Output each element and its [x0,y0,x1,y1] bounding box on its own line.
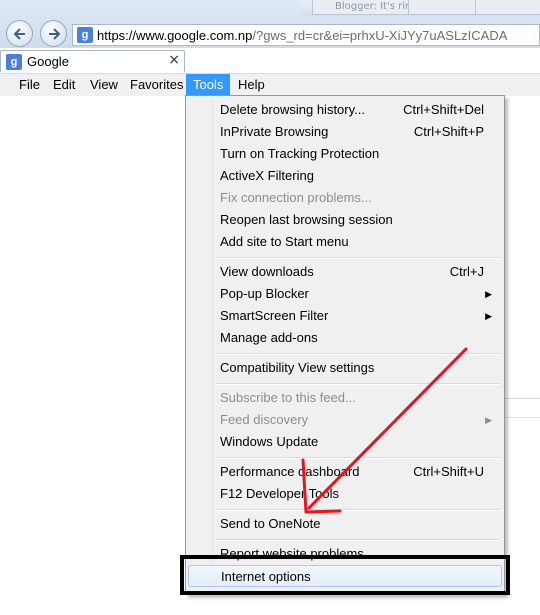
menu-item-smartscreen[interactable]: SmartScreen Filter ▶ [188,305,502,327]
back-button[interactable] [6,20,33,47]
menu-item-subscribe-feed: Subscribe to this feed... [188,387,502,409]
menu-item-label: Report website problems [220,546,364,561]
menu-item-label: Feed discovery [220,412,309,427]
menu-item-label: Subscribe to this feed... [220,390,356,405]
menu-item-label: InPrivate Browsing [220,124,329,139]
menu-item-label: Windows Update [220,434,319,449]
menu-item-add-site-start[interactable]: Add site to Start menu [188,231,502,253]
menu-item-label: SmartScreen Filter [220,308,329,323]
menu-item-manage-addons[interactable]: Manage add-ons [188,327,502,349]
menu-item-label: View downloads [220,264,314,279]
menu-item-f12-developer-tools[interactable]: F12 Developer Tools [188,483,502,505]
menu-tools[interactable]: Tools [186,74,230,96]
background-tab-3[interactable] [475,0,540,15]
menu-item-fix-connection: Fix connection problems... [188,187,502,209]
menu-item-performance-dashboard[interactable]: Performance dashboard Ctrl+Shift+U [188,461,502,483]
tab-title: Google [27,54,69,69]
menu-item-label: Reopen last browsing session [220,212,393,227]
menu-item-label: Internet options [221,569,311,584]
menu-item-send-to-onenote[interactable]: Send to OneNote [188,513,502,535]
close-tab-icon[interactable]: × [168,52,180,68]
menu-separator [216,383,500,385]
google-g-icon: g [77,27,93,43]
menu-item-shortcut: Ctrl+Shift+U [413,464,484,479]
menu-item-view-downloads[interactable]: View downloads Ctrl+J [188,261,502,283]
url-path: /?gws_rd=cr&ei=prhxU-XiJYy7uASLzICADA [252,28,508,43]
background-tab-strip: Blogger: It's rindus [300,0,540,16]
menu-item-compatibility-view[interactable]: Compatibility View settings [188,357,502,379]
menubar: File Edit View Favorites Tools Help [0,73,540,96]
menu-item-delete-browsing-history[interactable]: Delete browsing history... Ctrl+Shift+De… [188,99,502,121]
menu-item-label: Add site to Start menu [220,234,349,249]
page-divider [505,398,540,399]
menu-item-shortcut: Ctrl+J [449,264,484,279]
menu-item-tracking-protection[interactable]: Turn on Tracking Protection [188,143,502,165]
menu-file[interactable]: File [12,74,47,96]
menu-item-label: Send to OneNote [220,516,321,531]
menu-separator [216,539,500,541]
forward-button[interactable] [40,20,67,47]
menu-item-label: Manage add-ons [220,330,318,345]
menu-item-label: ActiveX Filtering [220,168,314,183]
submenu-arrow-icon: ▶ [485,415,492,425]
tab-google[interactable]: g Google × [0,50,185,72]
menu-separator [216,509,500,511]
menu-item-inprivate-browsing[interactable]: InPrivate Browsing Ctrl+Shift+P [188,121,502,143]
menu-separator [216,257,500,259]
menu-edit[interactable]: Edit [46,74,82,96]
menu-item-label: Turn on Tracking Protection [220,146,380,161]
menu-item-shortcut: Ctrl+Shift+Del [403,102,484,117]
url-domain: https://www.google.com.np [97,28,253,43]
menu-item-activex-filtering[interactable]: ActiveX Filtering [188,165,502,187]
tools-menu: Delete browsing history... Ctrl+Shift+De… [185,95,505,595]
menu-item-label: Compatibility View settings [220,360,375,375]
google-g-icon: g [6,54,22,70]
menu-item-popup-blocker[interactable]: Pop-up Blocker ▶ [188,283,502,305]
menu-item-internet-options[interactable]: Internet options [188,565,502,587]
menu-item-shortcut: Ctrl+Shift+P [413,124,484,139]
menu-item-reopen-session[interactable]: Reopen last browsing session [188,209,502,231]
menu-separator [216,457,500,459]
menu-item-label: Pop-up Blocker [220,286,309,301]
menu-item-label: Performance dashboard [220,464,360,479]
menu-item-windows-update[interactable]: Windows Update [188,431,502,453]
submenu-arrow-icon: ▶ [485,311,492,321]
menu-favorites[interactable]: Favorites [123,74,190,96]
menu-item-label: F12 Developer Tools [220,486,339,501]
menu-item-feed-discovery: Feed discovery ▶ [188,409,502,431]
menu-help[interactable]: Help [231,74,272,96]
menu-item-report-website-problems[interactable]: Report website problems [188,543,502,565]
page-divider [505,417,540,418]
address-bar[interactable]: g https://www.google.com.np/?gws_rd=cr&e… [72,24,540,46]
url-field[interactable]: https://www.google.com.np/?gws_rd=cr&ei=… [97,28,507,43]
menu-item-label: Fix connection problems... [220,190,372,205]
menu-item-label: Delete browsing history... [220,102,365,117]
menu-separator [216,353,500,355]
submenu-arrow-icon: ▶ [485,289,492,299]
menu-view[interactable]: View [83,74,125,96]
